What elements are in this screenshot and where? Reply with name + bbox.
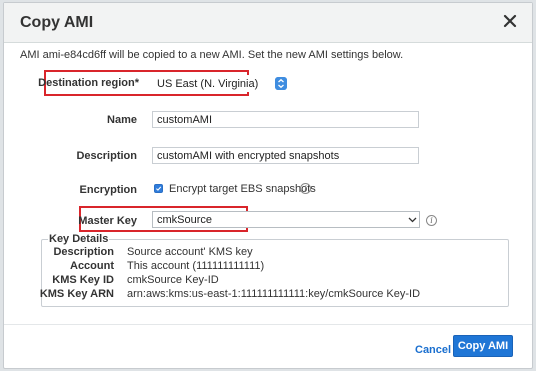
- master-key-label: Master Key: [78, 215, 137, 227]
- info-icon[interactable]: i: [300, 183, 311, 194]
- destination-region-select[interactable]: US East (N. Virginia): [155, 75, 278, 92]
- info-icon[interactable]: i: [426, 215, 437, 226]
- select-spinner-icon[interactable]: [275, 77, 287, 90]
- cancel-button[interactable]: Cancel: [415, 344, 451, 356]
- description-input[interactable]: customAMI with encrypted snapshots: [152, 147, 419, 164]
- key-detail-label: Account: [70, 260, 114, 272]
- description-label: Description: [76, 150, 137, 162]
- chevron-down-icon[interactable]: [408, 215, 417, 224]
- key-detail-value: arn:aws:kms:us-east-1:111111111111:key/c…: [127, 288, 421, 300]
- close-icon[interactable]: [502, 13, 518, 29]
- key-detail-label: KMS Key ARN: [39, 288, 114, 300]
- dialog-header: Copy AMI: [4, 3, 532, 43]
- dialog-title: Copy AMI: [20, 14, 94, 31]
- key-detail-value: Source account' KMS key: [127, 246, 253, 258]
- name-label: Name: [107, 114, 137, 126]
- key-detail-value: cmkSource Key-ID: [127, 274, 219, 286]
- master-key-select[interactable]: cmkSource: [152, 211, 420, 228]
- encryption-label: Encryption: [79, 184, 137, 196]
- name-input[interactable]: customAMI: [152, 111, 419, 128]
- encrypt-checkbox[interactable]: [154, 184, 163, 193]
- copy-ami-dialog: Copy AMI AMI ami-e84cd6ff will be copied…: [3, 2, 533, 369]
- key-details-legend: Key Details: [48, 233, 110, 245]
- key-detail-label: KMS Key ID: [52, 274, 114, 286]
- dialog-intro: AMI ami-e84cd6ff will be copied to a new…: [20, 49, 404, 61]
- footer-divider: [4, 324, 532, 325]
- key-detail-value: This account (111111111111): [127, 260, 265, 272]
- destination-region-label: Destination region*: [38, 77, 139, 89]
- key-detail-label: Description: [53, 246, 114, 258]
- encrypt-checkbox-label: Encrypt target EBS snapshots: [169, 183, 316, 195]
- copy-ami-button[interactable]: Copy AMI: [453, 335, 513, 357]
